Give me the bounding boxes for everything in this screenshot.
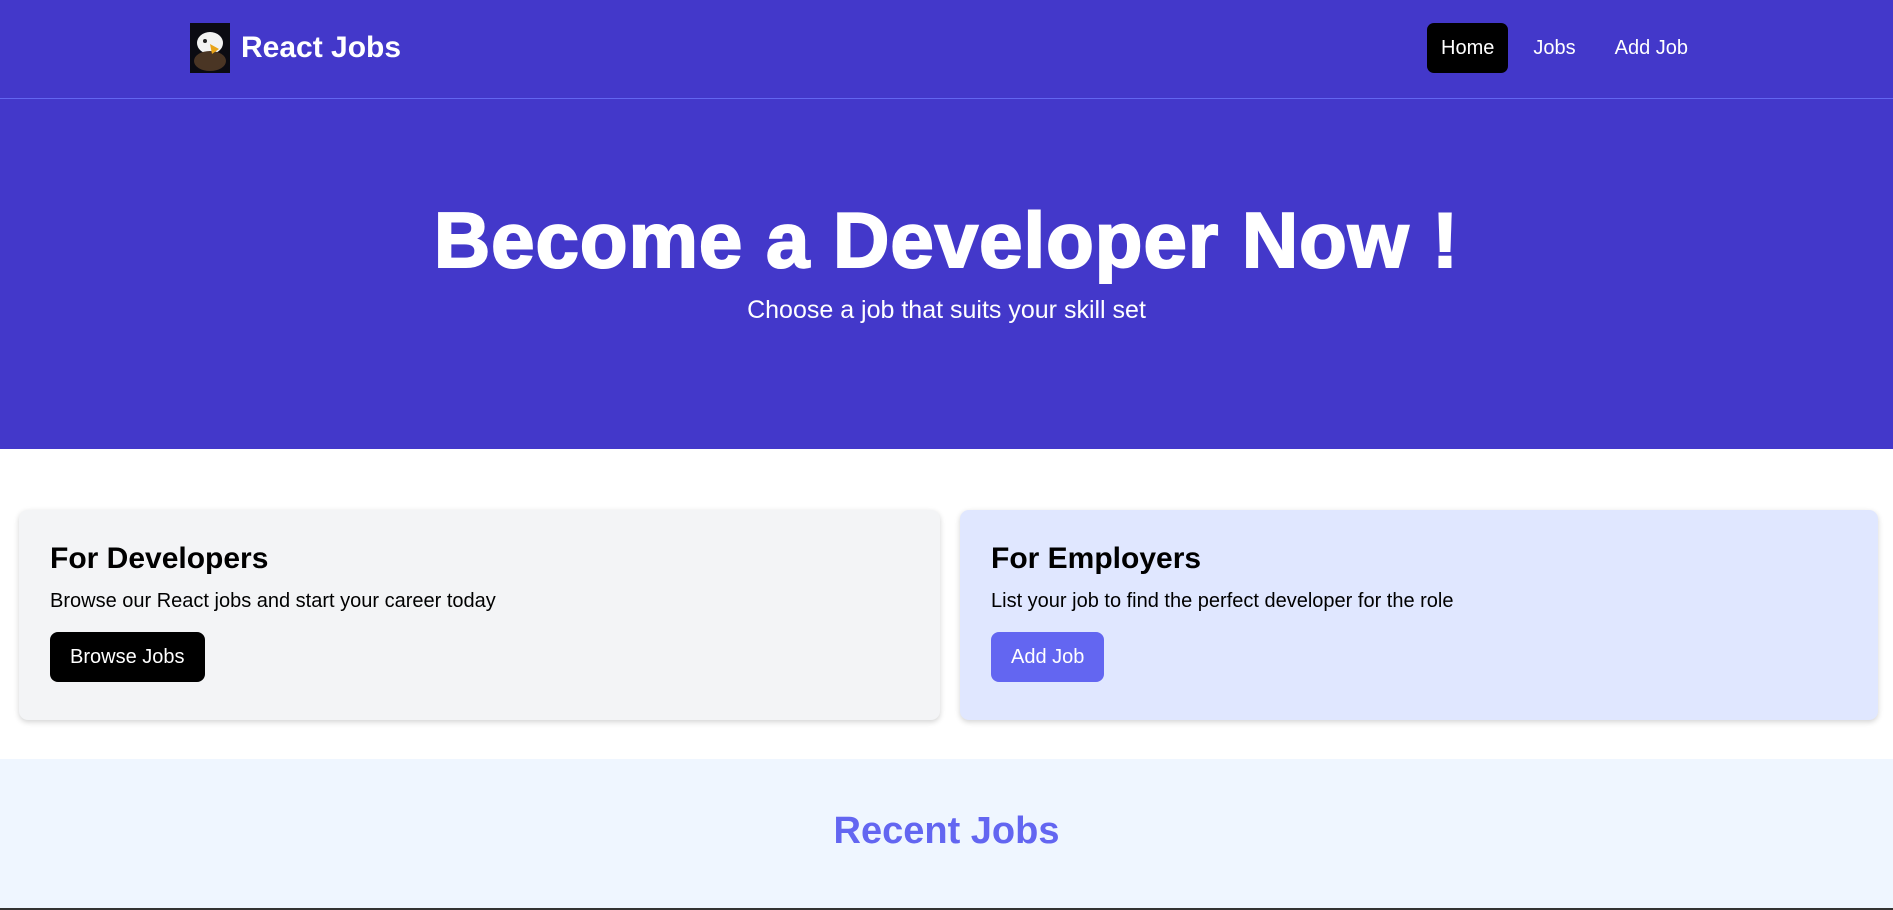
navbar: React Jobs Home Jobs Add Job	[0, 0, 1893, 99]
nav-add-job-link[interactable]: Add Job	[1601, 23, 1702, 73]
nav-jobs-link[interactable]: Jobs	[1519, 23, 1589, 73]
employers-card-title: For Employers	[991, 542, 1202, 575]
developers-card-text: Browse our React jobs and start your car…	[50, 590, 496, 612]
recent-jobs-title: Recent Jobs	[833, 810, 1060, 852]
developers-card-title: For Developers	[50, 542, 269, 575]
employers-card-text: List your job to find the perfect develo…	[991, 590, 1454, 612]
hero-section: Become a Developer Now ! Choose a job th…	[0, 99, 1893, 449]
nav-links: Home Jobs Add Job	[1427, 23, 1702, 73]
nav-home-link[interactable]: Home	[1427, 23, 1509, 73]
recent-jobs-section: Recent Jobs	[0, 759, 1893, 910]
brand-link[interactable]: React Jobs	[190, 23, 401, 73]
developers-card: For Developers Browse our React jobs and…	[19, 510, 940, 720]
browse-jobs-button[interactable]: Browse Jobs	[50, 632, 205, 682]
add-job-button[interactable]: Add Job	[991, 632, 1105, 682]
brand-title: React Jobs	[241, 31, 402, 64]
eagle-logo-icon	[190, 23, 230, 73]
hero-title: Become a Developer Now !	[433, 196, 1460, 284]
hero-subtitle: Choose a job that suits your skill set	[747, 296, 1146, 324]
employers-card: For Employers List your job to find the …	[960, 510, 1878, 720]
